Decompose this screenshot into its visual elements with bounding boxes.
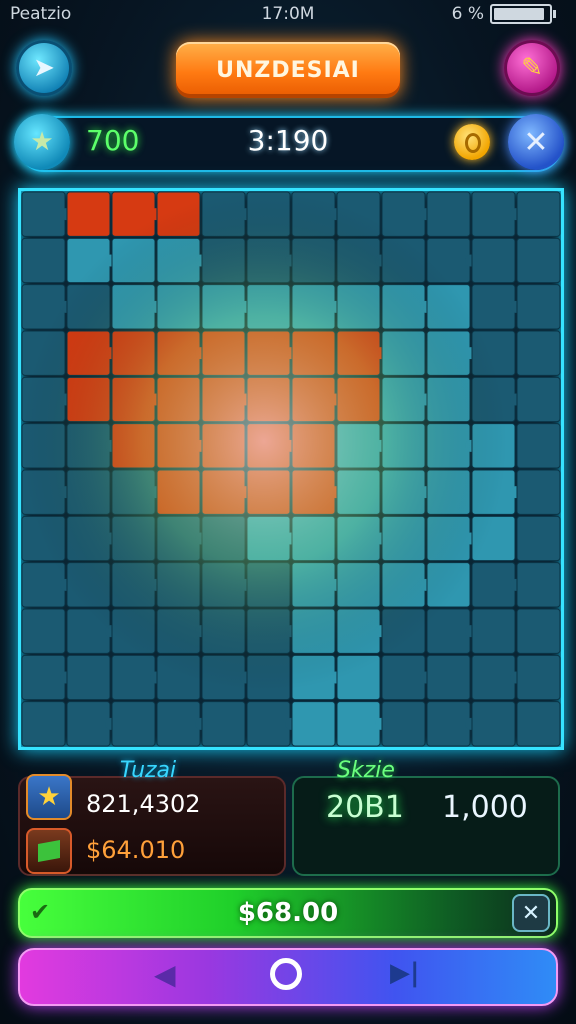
stat-value-1: 821,4302 [86, 790, 201, 818]
action-bar-label: $68.00 [237, 898, 339, 928]
circle-icon[interactable] [270, 958, 302, 990]
battery-fill [494, 8, 544, 20]
paintbrush-icon: ✎ [521, 53, 543, 83]
status-right: 6 % [451, 4, 556, 24]
status-bar: Peatzio 17:0M 6 % [0, 0, 576, 30]
back-button[interactable]: ➤ [16, 40, 72, 96]
close-icon: ✕ [523, 124, 549, 160]
title-banner[interactable]: UNZDESIAI [176, 42, 400, 98]
stats-left-title: Tuzai [119, 758, 177, 783]
board-glow [21, 191, 561, 747]
puzzle-grid[interactable] [21, 191, 561, 747]
card-icon [26, 828, 72, 874]
arrow-left-icon: ➤ [33, 53, 55, 83]
puzzle-board[interactable] [18, 188, 564, 750]
skip-forward-icon[interactable]: ▶| [390, 958, 420, 988]
stat-value-4: 1,000 [442, 790, 528, 825]
action-close-button[interactable]: ✕ [512, 894, 550, 932]
stat-value-3: 20B1 [326, 790, 404, 825]
close-button[interactable]: ✕ [508, 114, 564, 170]
tool-button[interactable]: ✎ [504, 40, 560, 96]
battery-icon [490, 4, 556, 24]
stat-value-2: $64.010 [86, 836, 186, 864]
battery-label: 6 % [451, 4, 484, 24]
close-icon: ✕ [521, 900, 541, 926]
game-title: UNZDESIAI [216, 57, 360, 83]
coin-icon [454, 124, 490, 160]
star-badge-icon: ★ [26, 774, 72, 820]
stats-right-title: Skzie [337, 758, 395, 783]
triangle-left-icon[interactable]: ◀ [154, 958, 176, 991]
